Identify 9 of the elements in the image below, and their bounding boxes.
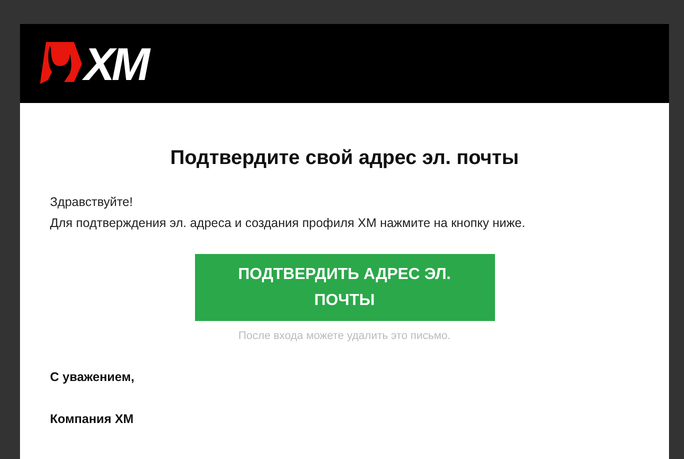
note-text: После входа можете удалить это письмо. (237, 330, 452, 342)
logo-text: XM (84, 42, 147, 86)
greeting-text: Здравствуйте! (50, 194, 134, 211)
bull-logo-icon (40, 42, 82, 86)
email-title: Подтвердите свой адрес эл. почты (169, 147, 520, 170)
message-text: Для подтверждения эл. адреса и создания профиля XM нажмите на кнопку ниже. (50, 215, 526, 232)
signature-text: С уважением, (50, 370, 136, 384)
signature-text: Компания XM (50, 412, 135, 426)
confirm-email-button[interactable]: ПОДТВЕРДИТЬ АДРЕС ЭЛ. ПОЧТЫ (194, 254, 494, 321)
